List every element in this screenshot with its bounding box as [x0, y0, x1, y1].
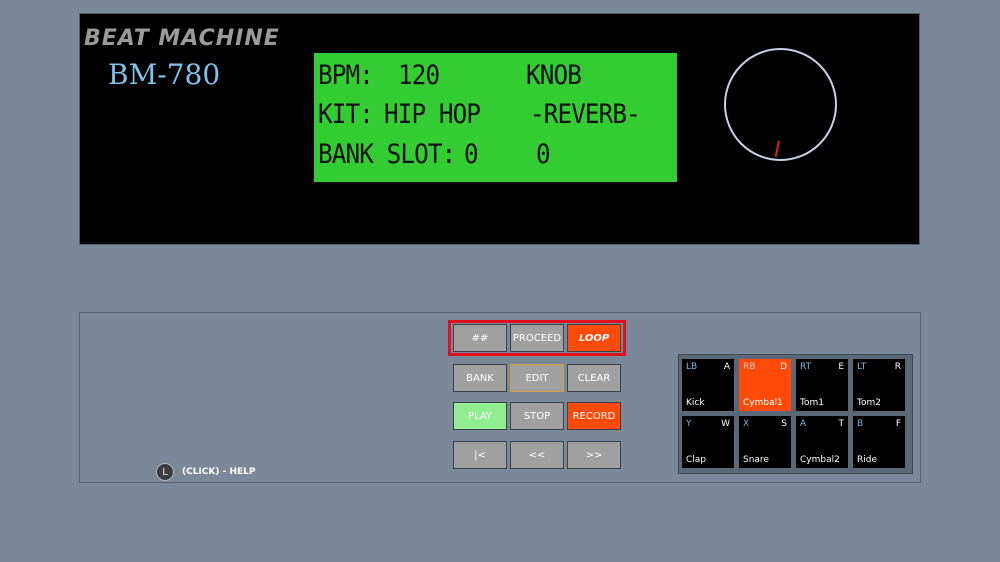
model-name: BM-780	[108, 58, 221, 91]
pad-key-label: A	[723, 362, 730, 372]
pad-snare[interactable]: X S Snare	[739, 416, 791, 468]
lcd-bpm-value: 120	[398, 60, 440, 91]
brand-title: BEAT MACHINE	[84, 26, 280, 51]
display-panel: BEAT MACHINE BM-780 BPM: 120 KNOB KIT: H…	[79, 13, 920, 245]
pad-sound-name: Snare	[743, 455, 769, 465]
clear-button[interactable]: CLEAR	[567, 364, 621, 392]
rewind-button[interactable]: <<	[510, 441, 564, 469]
drum-pad-grid: LB A Kick RB D Cymbal1 RT E Tom1 LT R To…	[678, 354, 913, 474]
pad-sound-name: Cymbal1	[743, 398, 783, 408]
play-button[interactable]: PLAY	[453, 402, 507, 430]
pad-kick[interactable]: LB A Kick	[682, 359, 734, 411]
pad-key-label: S	[781, 419, 787, 429]
pad-cymbal2[interactable]: A T Cymbal2	[796, 416, 848, 468]
pad-tom2[interactable]: LT R Tom2	[853, 359, 905, 411]
hash-button[interactable]: ##	[453, 324, 507, 352]
pad-gamepad-label: RB	[743, 362, 756, 372]
pad-sound-name: Kick	[686, 398, 705, 408]
pad-clap[interactable]: Y W Clap	[682, 416, 734, 468]
record-button[interactable]: RECORD	[567, 402, 621, 430]
reverb-knob[interactable]	[724, 48, 837, 161]
skip-start-button[interactable]: |<	[453, 441, 507, 469]
l-stick-icon: L	[156, 463, 174, 481]
pad-tom1[interactable]: RT E Tom1	[796, 359, 848, 411]
pad-gamepad-label: Y	[686, 419, 692, 429]
pad-gamepad-label: B	[857, 419, 864, 429]
pad-cymbal1[interactable]: RB D Cymbal1	[739, 359, 791, 411]
pad-gamepad-label: A	[800, 419, 807, 429]
edit-button[interactable]: EDIT	[510, 364, 564, 392]
pad-key-label: W	[721, 419, 730, 429]
proceed-button[interactable]: PROCEED	[510, 324, 564, 352]
pad-key-label: E	[838, 362, 844, 372]
pad-sound-name: Tom2	[857, 398, 881, 408]
pad-sound-name: Tom1	[800, 398, 824, 408]
lcd-knob-value: 0	[536, 139, 551, 170]
pad-key-label: F	[895, 419, 901, 429]
pad-gamepad-label: X	[743, 419, 750, 429]
lcd-bpm-label: BPM:	[318, 60, 374, 91]
lcd-bank-label: BANK SLOT:	[318, 139, 456, 170]
pad-gamepad-label: RT	[800, 362, 812, 372]
control-panel: ## PROCEED LOOP BANK EDIT CLEAR PLAY STO…	[79, 312, 921, 483]
bank-button[interactable]: BANK	[453, 364, 507, 392]
pad-sound-name: Ride	[857, 455, 878, 465]
help-text: (CLICK) - HELP	[182, 467, 256, 477]
lcd-knob-mode: -REVERB-	[530, 99, 641, 130]
pad-gamepad-label: LB	[686, 362, 698, 372]
loop-button[interactable]: LOOP	[567, 324, 621, 352]
lcd-kit-value: HIP HOP	[384, 99, 481, 130]
pad-gamepad-label: LT	[857, 362, 867, 372]
pad-key-label: R	[894, 362, 901, 372]
lcd-bank-value: 0	[464, 139, 479, 170]
pad-sound-name: Cymbal2	[800, 455, 840, 465]
pad-key-label: T	[838, 419, 845, 429]
lcd-screen: BPM: 120 KNOB KIT: HIP HOP -REVERB- BANK…	[314, 53, 677, 182]
lcd-kit-label: KIT:	[318, 99, 374, 130]
lcd-knob-title: KNOB	[526, 60, 582, 91]
stop-button[interactable]: STOP	[510, 402, 564, 430]
fast-forward-button[interactable]: >>	[567, 441, 621, 469]
knob-indicator	[774, 140, 780, 157]
pad-sound-name: Clap	[686, 455, 707, 465]
help-hint[interactable]: L (CLICK) - HELP	[156, 463, 256, 481]
pad-ride[interactable]: B F Ride	[853, 416, 905, 468]
pad-key-label: D	[780, 362, 787, 372]
